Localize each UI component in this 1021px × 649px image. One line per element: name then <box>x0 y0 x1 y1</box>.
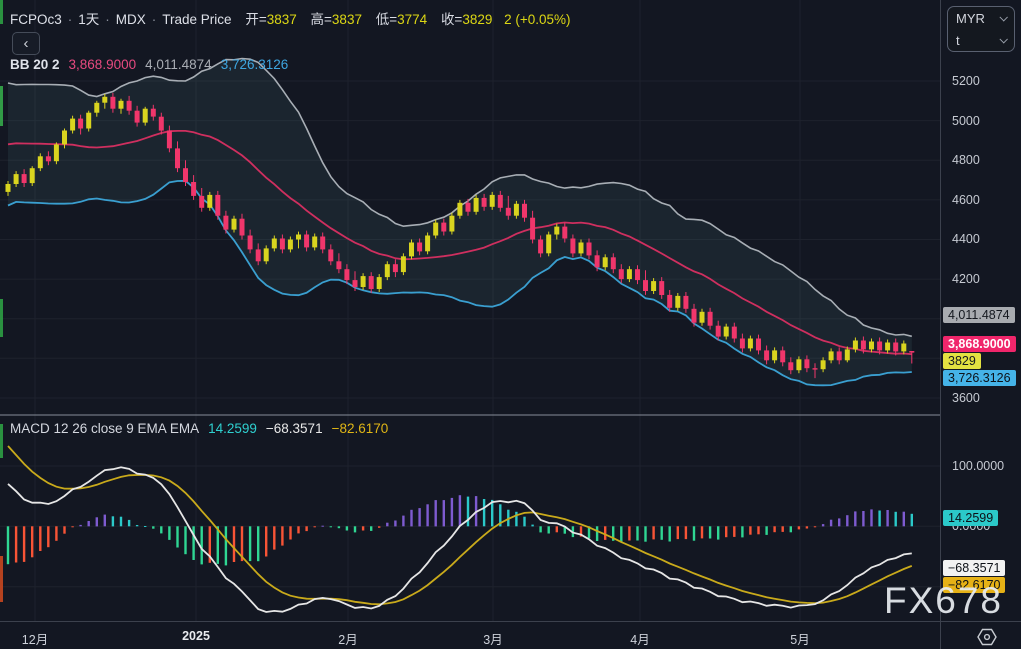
close-label: 收= <box>441 12 462 27</box>
time-axis[interactable]: 12月 2025 2月 3月 4月 5月 <box>0 622 941 649</box>
chart-legend-ohlc: FCPOc3·1天·MDX·Trade Price 开=3837 高=3837 … <box>10 8 571 28</box>
back-icon: ‹ <box>24 35 29 52</box>
macd-line-badge: −68.3571 <box>943 560 1005 576</box>
time-axis-label: 2月 <box>338 629 357 648</box>
axis-unit-dropdown: MYR t <box>947 6 1015 52</box>
exchange-label: MDX <box>116 12 146 27</box>
open-label: 开= <box>245 12 266 27</box>
high-value: 3837 <box>332 12 362 27</box>
separator-dot: · <box>152 12 157 27</box>
macd-hist-value: 14.2599 <box>208 421 257 436</box>
back-button[interactable]: ‹ <box>12 32 40 55</box>
bollinger-band-layer <box>8 59 912 386</box>
unit-label: t <box>956 33 960 48</box>
close-value: 3829 <box>462 12 492 27</box>
chevron-down-icon <box>999 35 1007 43</box>
left-edge-artifact <box>0 0 3 24</box>
low-value: 3774 <box>397 12 427 27</box>
time-axis-label: 5月 <box>790 629 809 648</box>
open-value: 3837 <box>267 12 297 27</box>
left-edge-artifact <box>0 86 3 126</box>
currency-label: MYR <box>956 11 985 26</box>
macd-hist-badge: 14.2599 <box>943 510 998 526</box>
time-axis-label: 12月 <box>22 629 48 648</box>
settings-icon[interactable] <box>974 626 1000 648</box>
time-axis-label: 3月 <box>483 629 502 648</box>
bb-upper-value: 4,011.4874 <box>145 57 212 72</box>
macd-tick-label: 100.0000 <box>952 459 1004 473</box>
left-edge-artifact <box>0 299 3 337</box>
separator-dot: · <box>68 12 73 27</box>
left-edge-artifact <box>0 556 3 602</box>
change-value: 2 (+0.05%) <box>504 12 570 27</box>
macd-line-value: −68.3571 <box>266 421 323 436</box>
fx678-watermark: FX678 <box>884 580 1003 622</box>
chevron-down-icon <box>999 13 1007 21</box>
series-type-label: Trade Price <box>162 12 231 27</box>
macd-histogram-layer <box>7 495 913 565</box>
macd-signal-value: −82.6170 <box>332 421 389 436</box>
high-label: 高= <box>311 12 332 27</box>
chart-canvas[interactable] <box>0 0 941 621</box>
bb-indicator-legend: BB 20 2 3,868.9000 4,011.4874 3,726.3126 <box>10 57 288 72</box>
symbol-name[interactable]: FCPOc3 <box>10 12 62 27</box>
low-label: 低= <box>376 12 397 27</box>
currency-dropdown[interactable]: MYR <box>948 7 1014 29</box>
chart-app-window: FCPOc3·1天·MDX·Trade Price 开=3837 高=3837 … <box>0 0 1021 649</box>
time-axis-label: 4月 <box>630 629 649 648</box>
time-axis-border <box>0 621 1021 622</box>
time-axis-label: 2025 <box>182 629 210 643</box>
macd-indicator-legend: MACD 12 26 close 9 EMA EMA 14.2599 −68.357… <box>10 421 388 436</box>
bb-basis-value: 3,868.9000 <box>69 57 137 72</box>
bb-legend-title[interactable]: BB 20 2 <box>10 57 60 72</box>
macd-legend-title[interactable]: MACD 12 26 close 9 EMA EMA <box>10 421 199 436</box>
bb-lower-value: 3,726.3126 <box>221 57 289 72</box>
separator-dot: · <box>105 12 110 27</box>
macd-axis[interactable]: 100.00000.000014.2599−68.3571−82.6170 <box>941 0 1021 621</box>
left-edge-artifact <box>0 424 3 458</box>
unit-dropdown[interactable]: t <box>948 29 1014 51</box>
interval-label[interactable]: 1天 <box>78 12 99 27</box>
